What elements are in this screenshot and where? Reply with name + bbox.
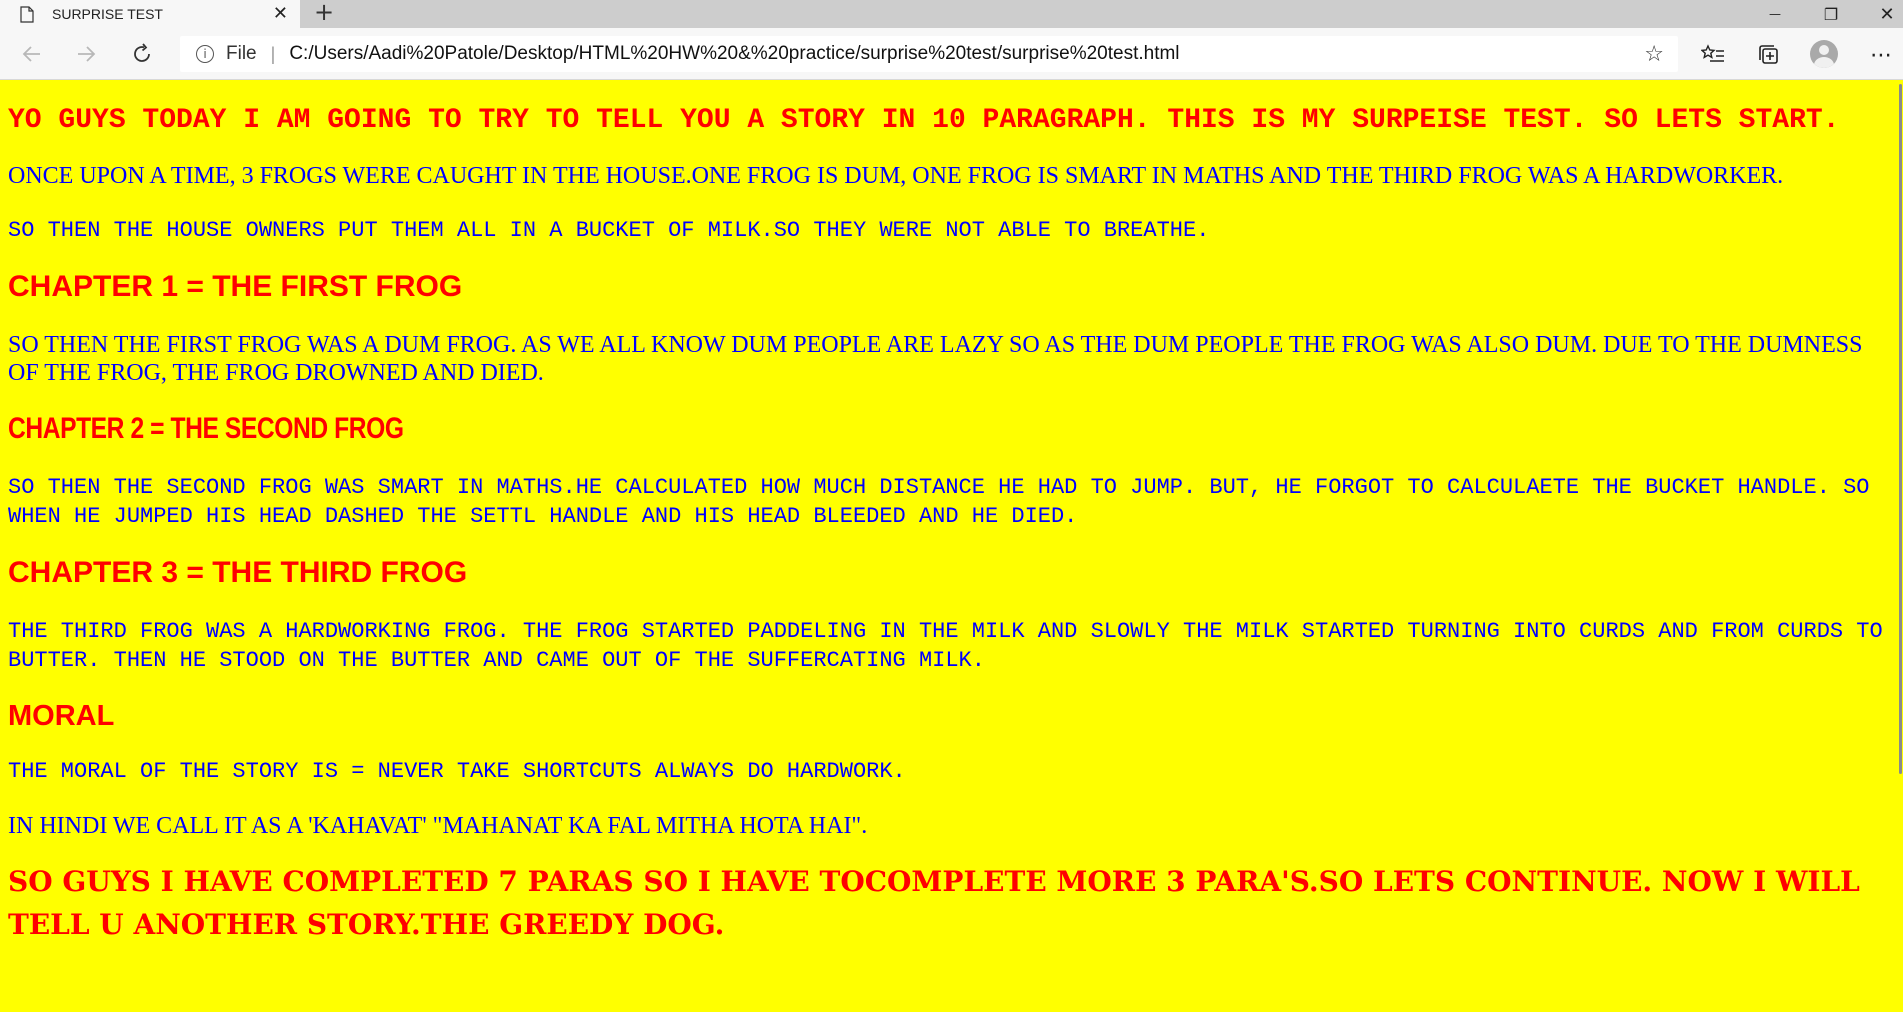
- more-icon: ⋯: [1870, 42, 1892, 68]
- info-icon[interactable]: i: [196, 45, 214, 63]
- collections-button[interactable]: [1754, 40, 1784, 70]
- address-bar[interactable]: i File | C:/Users/Aadi%20Patole/Desktop/…: [180, 36, 1678, 72]
- file-label: File: [226, 43, 257, 64]
- forward-arrow-icon: [78, 46, 96, 62]
- favorites-icon: [1701, 44, 1724, 62]
- avatar-body: [1814, 57, 1834, 68]
- minimize-icon: —: [1769, 7, 1781, 21]
- paragraph-1: ONCE UPON A TIME, 3 FROGS WERE CAUGHT IN…: [8, 163, 1784, 189]
- chapter-1-heading: CHAPTER 1 = THE FIRST FROG: [8, 270, 463, 303]
- paragraph-4: SO THEN THE SECOND FROG WAS SMART IN MAT…: [8, 475, 1870, 529]
- favorites-button[interactable]: [1698, 40, 1728, 70]
- chapter-3-heading: CHAPTER 3 = THE THIRD FROG: [8, 556, 468, 589]
- tab-close-icon[interactable]: ✕: [273, 4, 288, 24]
- browser-tab[interactable]: SURPRISE TEST ✕: [0, 0, 300, 28]
- moral-heading: MORAL: [8, 700, 115, 732]
- new-tab-button[interactable]: +: [314, 0, 334, 24]
- back-button[interactable]: [16, 38, 48, 70]
- collections-icon: [1759, 45, 1778, 64]
- close-icon: ✕: [1879, 3, 1895, 25]
- document-icon: [20, 5, 34, 23]
- more-button[interactable]: ⋯: [1866, 40, 1896, 70]
- intro-heading: YO GUYS TODAY I AM GOING TO TRY TO TELL …: [8, 105, 1840, 136]
- maximize-button[interactable]: ❐: [1808, 0, 1854, 28]
- paragraph-7: IN HINDI WE CALL IT AS A 'KAHAVAT' "MAHA…: [8, 813, 868, 839]
- outro-heading: SO GUYS I HAVE COMPLETED 7 PARAS SO I HA…: [8, 865, 1860, 941]
- tab-title: SURPRISE TEST: [52, 6, 163, 22]
- avatar-head: [1819, 45, 1829, 55]
- reload-icon: [134, 43, 150, 62]
- paragraph-3: SO THEN THE FIRST FROG WAS A DUM FROG. A…: [8, 332, 1863, 386]
- reload-button[interactable]: [126, 38, 158, 70]
- minimize-button[interactable]: —: [1752, 0, 1798, 28]
- tab-strip: SURPRISE TEST ✕ + — ❐ ✕: [0, 0, 1903, 28]
- scrollbar-thumb[interactable]: [1899, 84, 1902, 774]
- address-separator: |: [270, 43, 276, 64]
- chapter-2-heading: CHAPTER 2 = THE SECOND FROG: [8, 412, 404, 445]
- url-text[interactable]: C:/Users/Aadi%20Patole/Desktop/HTML%20HW…: [289, 43, 1179, 65]
- navigation-bar: i File | C:/Users/Aadi%20Patole/Desktop/…: [0, 28, 1903, 80]
- restore-icon: ❐: [1823, 4, 1839, 24]
- forward-button[interactable]: [70, 38, 102, 70]
- star-icon[interactable]: ☆: [1644, 42, 1664, 67]
- close-window-button[interactable]: ✕: [1864, 0, 1903, 28]
- paragraph-2: SO THEN THE HOUSE OWNERS PUT THEM ALL IN…: [8, 218, 1210, 243]
- back-arrow-icon: [22, 46, 40, 62]
- paragraph-5: THE THIRD FROG WAS A HARDWORKING FROG. T…: [8, 619, 1883, 673]
- avatar[interactable]: [1810, 40, 1838, 68]
- page-content: YO GUYS TODAY I AM GOING TO TRY TO TELL …: [0, 81, 1890, 1012]
- paragraph-6: THE MORAL OF THE STORY IS = NEVER TAKE S…: [8, 759, 906, 784]
